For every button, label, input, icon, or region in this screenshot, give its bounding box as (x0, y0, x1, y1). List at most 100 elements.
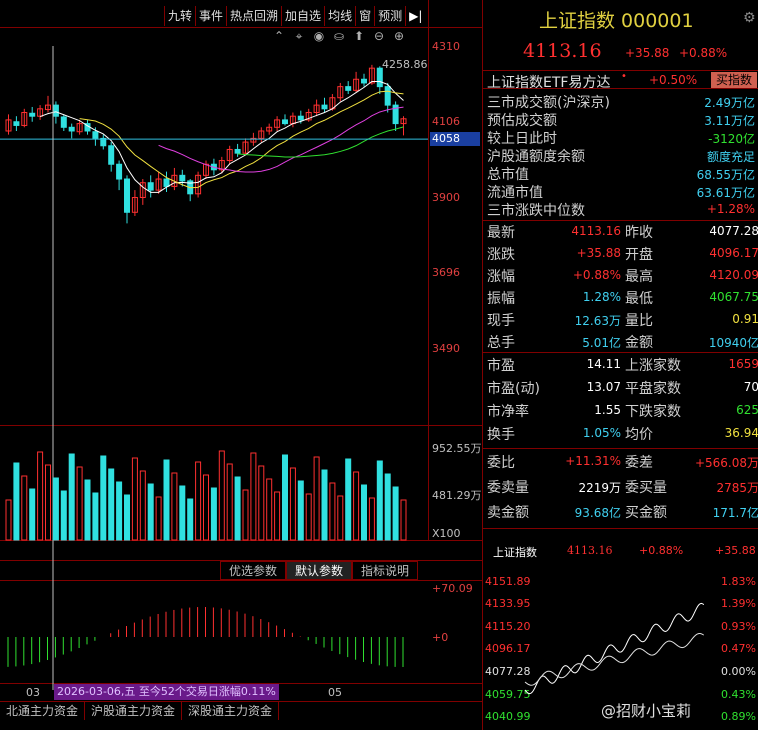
last-price: 4113.16 (523, 40, 602, 62)
volume-unit: X100 (432, 527, 461, 540)
volume-bar (52, 477, 59, 541)
market-row: 市净率 1.55 下跌家数 625 (483, 401, 758, 423)
quote-label: 总手 (487, 335, 515, 351)
candle-body (147, 182, 154, 191)
market-value: 625 (736, 403, 758, 417)
buy-index-button[interactable]: 买指数 (711, 72, 757, 88)
stat-label: 沪股通额度余额 (487, 149, 585, 165)
volume-bar (37, 451, 44, 541)
quote-row: 振幅 1.28% 最低 4067.75 (483, 288, 758, 310)
market-value: 1659 (728, 357, 758, 371)
candle-body (52, 104, 59, 117)
volume-bar (171, 472, 178, 541)
stat-label: 总市值 (487, 167, 529, 183)
candle-body (116, 163, 123, 180)
orders-row: 卖金额 93.68亿 买金额 171.7亿 (483, 502, 758, 524)
tab-indicator-help[interactable]: 指标说明 (352, 561, 419, 580)
quote-label: 涨跌 (487, 247, 515, 263)
mini-price: 4113.16 (567, 544, 613, 557)
etf-pct: +0.50% (649, 73, 698, 87)
price-tick: 4310 (432, 40, 460, 53)
stat-value: 68.55万亿 (696, 168, 755, 182)
tab-northbound-flow[interactable]: 北通主力资金 (0, 702, 86, 720)
market-label: 换手 (487, 427, 515, 443)
volume-bar (250, 452, 257, 541)
orders-value: 93.68亿 (574, 506, 621, 520)
volume-tick: 952.55万 (432, 442, 482, 455)
quote-label: 现手 (487, 313, 515, 329)
market-label: 上涨家数 (625, 358, 681, 374)
candle-body (163, 178, 170, 187)
mini-index-name: 上证指数 (493, 546, 537, 559)
candle-body (361, 78, 367, 84)
etf-row[interactable]: 上证指数ETF易方达 • +0.50% 买指数 (483, 70, 758, 91)
volume-bar (282, 454, 288, 541)
volume-bar (147, 483, 154, 541)
kline-chart[interactable] (0, 0, 428, 690)
stat-label: 较上日此时 (487, 131, 557, 147)
volume-bar (218, 450, 225, 541)
orders-value: +566.08万 (694, 456, 758, 470)
tab-optimal-params[interactable]: 优选参数 (220, 561, 287, 580)
price-tick: 4106 (432, 115, 460, 128)
quote-panel: 上证指数 000001 ⚙ 4113.16 +35.88 +0.88% 上证指数… (482, 0, 758, 730)
candle-body (60, 116, 67, 128)
quote-label: 金额 (625, 335, 653, 351)
volume-bar (345, 458, 352, 541)
orders-label: 买金额 (625, 505, 667, 521)
volume-bar (361, 484, 367, 541)
market-label: 均价 (625, 427, 653, 443)
orders-value: 2785万 (716, 481, 758, 495)
volume-bar (266, 478, 273, 541)
orders-label: 委买量 (625, 480, 667, 496)
x-tick: 03 (26, 686, 40, 699)
tab-sh-connect-flow[interactable]: 沪股通主力资金 (85, 702, 183, 720)
quote-value: 4096.17 (709, 246, 758, 260)
candle-body (321, 104, 328, 110)
stat-label: 流通市值 (487, 185, 543, 201)
tab-default-params[interactable]: 默认参数 (286, 561, 353, 580)
divider (483, 528, 758, 529)
quote-value: 0.91 (732, 312, 758, 326)
macd-tick: +0 (432, 631, 449, 644)
market-label: 平盘家数 (625, 381, 681, 397)
stat-row: 三市涨跌中位数 +1.28% (483, 200, 758, 219)
market-value: 70 (743, 380, 758, 394)
market-value: 1.05% (582, 426, 621, 440)
volume-bar (29, 488, 36, 541)
market-label: 市盈 (487, 358, 515, 374)
price-change-pct: +0.88% (679, 46, 728, 60)
price-tick: 3490 (432, 342, 460, 355)
intraday-price-line (524, 602, 705, 695)
index-title: 上证指数 000001 (539, 10, 694, 32)
candle-body (384, 86, 391, 106)
quote-label: 昨收 (625, 225, 653, 241)
volume-bar (187, 498, 194, 541)
volume-bar (195, 461, 202, 541)
quote-label: 最高 (625, 269, 653, 285)
candle-body (92, 131, 99, 139)
market-label: 下跌家数 (625, 404, 681, 420)
capital-flow-tabs: 北通主力资金 沪股通主力资金 深股通主力资金 (0, 702, 280, 720)
watermark: @招财小宝莉 (601, 702, 692, 720)
volume-bar (45, 464, 51, 541)
divider (483, 220, 758, 221)
volume-bar (131, 457, 138, 541)
quote-label: 量比 (625, 313, 653, 329)
quote-value: 4077.28 (709, 224, 758, 238)
candle-body (282, 119, 288, 125)
volume-bar (210, 487, 217, 541)
volume-bar (392, 486, 399, 541)
stat-value: 额度充足 (706, 150, 755, 164)
orders-label: 委卖量 (487, 480, 529, 496)
macd-tick: +70.09 (432, 582, 473, 595)
volume-bar (384, 473, 391, 541)
market-row: 市盈(动) 13.07 平盘家数 70 (483, 378, 758, 400)
orders-row: 委卖量 2219万 委买量 2785万 (483, 477, 758, 499)
candle-body (297, 115, 304, 121)
tab-sz-connect-flow[interactable]: 深股通主力资金 (182, 702, 280, 720)
volume-bar (321, 469, 328, 541)
volume-bar (337, 495, 344, 541)
divider (483, 448, 758, 449)
gear-icon[interactable]: ⚙ (743, 10, 756, 26)
